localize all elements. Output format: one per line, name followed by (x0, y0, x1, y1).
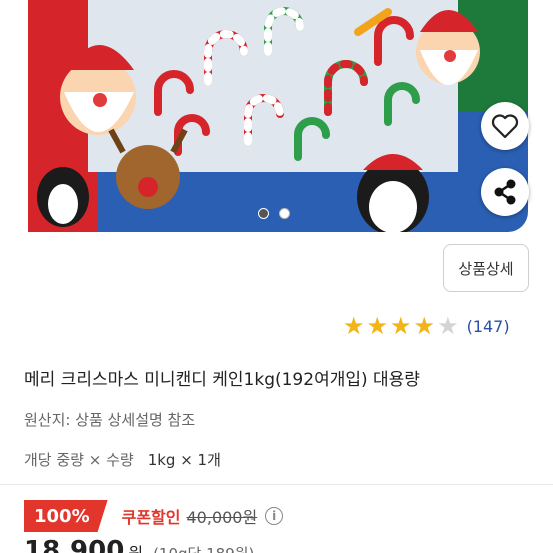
star-icon: ★ (366, 312, 389, 340)
share-icon (494, 179, 516, 205)
original-price: 40,000원 (186, 508, 258, 527)
carousel-dot-1[interactable] (258, 208, 269, 219)
product-detail-button[interactable]: 상품상세 (443, 244, 529, 292)
star-icon: ★ (343, 312, 365, 340)
carousel-dot-2[interactable] (279, 208, 290, 219)
final-price: 18,900 (24, 536, 125, 553)
divider (0, 484, 553, 485)
star-icon: ★ (413, 312, 436, 340)
weight-info: 개당 중량 × 수량 1kg × 1개 (24, 449, 221, 470)
unit-price: (10g당 189원) (153, 543, 254, 553)
share-button[interactable] (481, 168, 529, 216)
origin-info: 원산지: 상품 상세설명 참조 (24, 411, 196, 429)
coupon-row: 100% 쿠폰할인 40,000원 i (24, 500, 284, 532)
weight-label: 개당 중량 × 수량 (24, 451, 134, 469)
like-button[interactable] (481, 102, 529, 150)
weight-value: 1kg × 1개 (147, 451, 221, 469)
coupon-discount-label: 쿠폰할인 (121, 508, 181, 527)
info-icon[interactable]: i (265, 507, 284, 525)
discount-badge: 100% (24, 500, 108, 532)
currency-unit: 원 (128, 540, 143, 553)
heart-outline-icon (491, 114, 519, 139)
product-title: 메리 크리스마스 미니캔디 케인1kg(192여개입) 대용량 (24, 370, 420, 390)
final-price-row: 18,900 원 (10g당 189원) (24, 536, 254, 553)
product-image (28, 0, 528, 232)
carousel-indicator (258, 208, 290, 219)
star-icon: ★ (390, 312, 412, 340)
review-count[interactable]: (147) (467, 317, 510, 336)
star-empty-icon: ★ (437, 312, 459, 340)
product-image-carousel[interactable] (0, 0, 553, 233)
rating[interactable]: ★ ★ ★ ★ ★ (147) (343, 314, 510, 338)
